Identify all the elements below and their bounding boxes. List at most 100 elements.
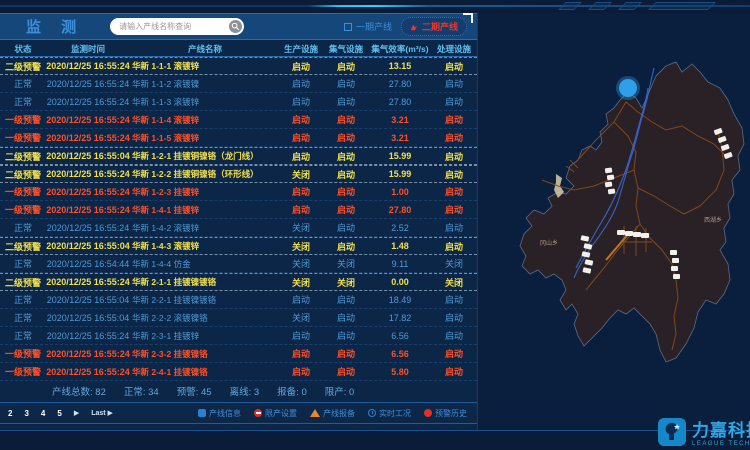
col-gas: 集气设施 <box>324 43 368 55</box>
cell-line-name: 华新 1-4-3 滚镀锌 <box>132 240 278 252</box>
table-row[interactable]: 一级预警 2020/12/25 16:55:24 华新 1-2-3 挂镀锌 启动… <box>0 183 477 201</box>
table-row[interactable]: 二级预警 2020/12/25 16:55:24 华新 1-2-2 挂镀铜镍铬（… <box>0 165 477 183</box>
table-row[interactable]: 正常 2020/12/25 16:55:04 华新 2-2-2 滚镀镍铬 关闭 … <box>0 309 477 327</box>
cell-time: 2020/12/25 16:55:24 <box>44 367 132 377</box>
search-box[interactable] <box>110 18 244 35</box>
last-page-button[interactable]: Last ▶ <box>91 409 113 417</box>
cell-production: 启动 <box>278 113 324 126</box>
summary-item: 产线总数: 82 <box>52 384 106 398</box>
cluster-marker[interactable] <box>616 76 640 100</box>
table-row[interactable]: 二级预警 2020/12/25 16:55:04 华新 1-2-1 挂镀铜镍铬（… <box>0 147 477 165</box>
cell-time: 2020/12/25 16:55:24 <box>44 331 132 341</box>
legend-item[interactable]: 实时工况 <box>368 408 411 419</box>
page-number[interactable]: 5 <box>57 409 61 418</box>
top-decoration <box>0 0 750 13</box>
cell-line-name: 华新 1-2-2 挂镀铜镍铬（环形线） <box>132 168 278 180</box>
cell-status: 二级预警 <box>2 276 44 289</box>
cell-treatment: 启动 <box>432 131 476 144</box>
action-legend: 产线信息 限产设置 产线报备 <box>198 408 477 419</box>
cell-efficiency: 15.99 <box>368 151 432 161</box>
cell-production: 启动 <box>278 185 324 198</box>
table-row[interactable]: 一级预警 2020/12/25 16:55:24 华新 1-1-5 滚镀锌 启动… <box>0 129 477 147</box>
cell-treatment: 启动 <box>432 95 476 108</box>
cell-gas-collection: 启动 <box>324 293 368 306</box>
cell-line-name: 华新 2-3-2 挂镀镍铬 <box>132 348 278 360</box>
col-status: 状态 <box>2 43 44 55</box>
cell-status: 一级预警 <box>2 131 44 144</box>
cell-treatment: 启动 <box>432 185 476 198</box>
cell-production: 关闭 <box>278 276 324 289</box>
page-number[interactable]: 4 <box>41 409 45 418</box>
page-number[interactable]: 3 <box>24 409 28 418</box>
table-row[interactable]: 一级预警 2020/12/25 16:55:24 华新 2-4-1 挂镀镍铬 启… <box>0 363 477 381</box>
cell-treatment: 启动 <box>432 293 476 306</box>
cell-production: 启动 <box>278 95 324 108</box>
legend-item[interactable]: 限产设置 <box>254 408 297 419</box>
table-row[interactable]: 正常 2020/12/25 16:55:04 华新 2-2-1 挂镀镍镀铬 启动… <box>0 291 477 309</box>
cell-gas-collection: 启动 <box>324 95 368 108</box>
page-title: 监 测 <box>26 16 84 37</box>
cell-time: 2020/12/25 16:55:04 <box>44 151 132 161</box>
cell-time: 2020/12/25 16:55:24 <box>44 223 132 233</box>
cell-status: 一级预警 <box>2 185 44 198</box>
cell-efficiency: 9.11 <box>368 259 432 269</box>
search-input[interactable] <box>119 22 229 31</box>
table-row[interactable]: 正常 2020/12/25 16:55:24 华新 1-1-3 滚镀锌 启动 启… <box>0 93 477 111</box>
cell-status: 一级预警 <box>2 203 44 216</box>
cell-gas-collection: 启动 <box>324 365 368 378</box>
cell-efficiency: 27.80 <box>368 79 432 89</box>
cell-production: 启动 <box>278 365 324 378</box>
table-row[interactable]: 二级预警 2020/12/25 16:55:24 华新 2-1-1 挂镀镍镀铬 … <box>0 273 477 291</box>
cell-time: 2020/12/25 16:55:24 <box>44 169 132 179</box>
summary-item: 报备: 0 <box>277 384 307 398</box>
cell-status: 一级预警 <box>2 365 44 378</box>
table-row[interactable]: 一级预警 2020/12/25 16:55:24 华新 2-3-2 挂镀镍铬 启… <box>0 345 477 363</box>
cell-gas-collection: 启动 <box>324 221 368 234</box>
legend-item[interactable]: 产线报备 <box>310 408 355 419</box>
cell-treatment: 关闭 <box>432 257 476 270</box>
monitoring-table: 状态 监测时间 产线名称 生产设施 集气设施 集气效率(m³/s) 处理设施 二… <box>0 41 477 381</box>
search-icon[interactable] <box>229 20 242 33</box>
table-row[interactable]: 一级预警 2020/12/25 16:55:24 华新 1-1-4 滚镀锌 启动… <box>0 111 477 129</box>
cell-status: 正常 <box>2 77 44 90</box>
phase1-checkbox[interactable]: 一期产线 <box>344 20 392 33</box>
cell-efficiency: 18.49 <box>368 295 432 305</box>
cell-line-name: 华新 2-1-1 挂镀镍镀铬 <box>132 276 278 288</box>
cell-time: 2020/12/25 16:55:24 <box>44 349 132 359</box>
table-row[interactable]: 二级预警 2020/12/25 16:55:24 华新 1-1-1 滚镀锌 启动… <box>0 57 477 75</box>
cell-efficiency: 6.56 <box>368 331 432 341</box>
district-map[interactable]: 冈山乡 西湖乡 <box>478 13 750 430</box>
cell-line-name: 华新 1-1-2 滚镀镍 <box>132 78 278 90</box>
table-row[interactable]: 正常 2020/12/25 16:55:24 华新 1-1-2 滚镀镍 启动 启… <box>0 75 477 93</box>
cell-treatment: 关闭 <box>432 276 476 289</box>
page-number[interactable]: 2 <box>8 409 12 418</box>
bottom-strip <box>0 430 750 450</box>
table-row[interactable]: 一级预警 2020/12/25 16:55:24 华新 1-4-1 挂镀锌 启动… <box>0 201 477 219</box>
pagination: 2 3 4 5 ▶ Last ▶ <box>8 409 113 418</box>
corner-bracket <box>463 13 473 23</box>
checkbox-icon[interactable] <box>344 23 352 31</box>
cell-efficiency: 3.21 <box>368 133 432 143</box>
cell-treatment: 启动 <box>432 329 476 342</box>
cell-line-name: 华新 2-3-1 挂镀锌 <box>132 330 278 342</box>
cell-efficiency: 17.82 <box>368 313 432 323</box>
col-treat: 处理设施 <box>432 43 476 55</box>
table-row[interactable]: 二级预警 2020/12/25 16:55:04 华新 1-4-3 滚镀锌 关闭… <box>0 237 477 255</box>
cell-time: 2020/12/25 16:55:04 <box>44 313 132 323</box>
phase2-button[interactable]: 二期产线 <box>401 17 467 36</box>
monitoring-panel: 监 测 一期产线 二期产线 <box>0 13 478 430</box>
cell-time: 2020/12/25 16:55:24 <box>44 187 132 197</box>
table-row[interactable]: 正常 2020/12/25 16:54:44 华新 1-4-4 仿金 关闭 关闭… <box>0 255 477 273</box>
cell-line-name: 华新 2-2-1 挂镀镍镀铬 <box>132 294 278 306</box>
summary-item: 预警: 45 <box>177 384 212 398</box>
table-row[interactable]: 正常 2020/12/25 16:55:24 华新 2-3-1 挂镀锌 启动 启… <box>0 327 477 345</box>
table-row[interactable]: 正常 2020/12/25 16:55:24 华新 1-4-2 滚镀锌 关闭 启… <box>0 219 477 237</box>
next-page-button[interactable]: ▶ <box>74 409 79 417</box>
cell-gas-collection: 启动 <box>324 168 368 181</box>
legend-item[interactable]: 预警历史 <box>424 408 467 419</box>
map-canvas[interactable] <box>478 28 750 423</box>
legend-item[interactable]: 产线信息 <box>198 408 241 419</box>
cell-time: 2020/12/25 16:55:04 <box>44 241 132 251</box>
cell-status: 正常 <box>2 329 44 342</box>
panel-header: 监 测 一期产线 二期产线 <box>0 13 477 40</box>
